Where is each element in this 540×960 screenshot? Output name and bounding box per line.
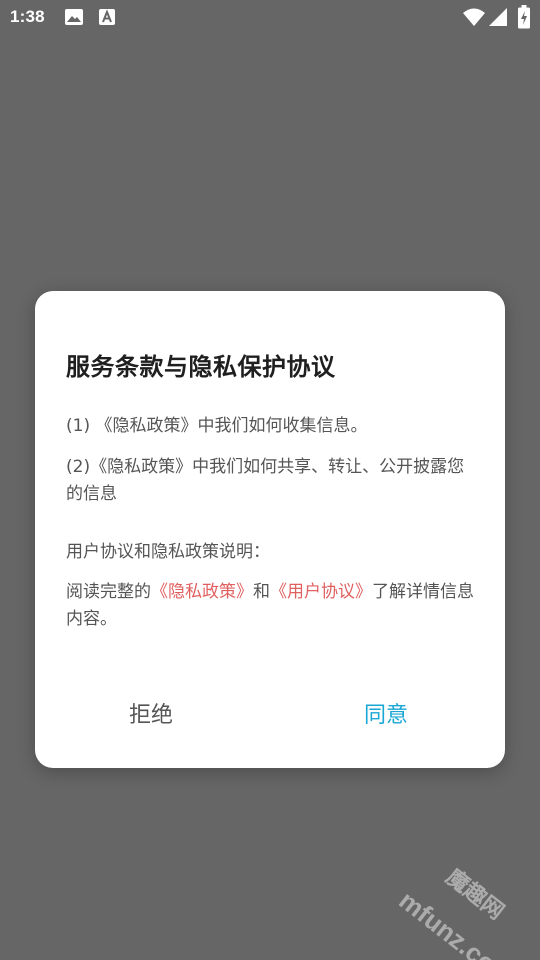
privacy-agreement-dialog: 服务条款与隐私保护协议 (1) 《隐私政策》中我们如何收集信息。 (2)《隐私政… <box>35 291 505 768</box>
gallery-icon <box>64 8 84 31</box>
status-bar: 1:38 <box>0 0 540 36</box>
policy-item-2: (2)《隐私政策》中我们如何共享、转让、公开披露您的信息 <box>66 457 465 504</box>
policy-item-1: (1) 《隐私政策》中我们如何收集信息。 <box>66 416 368 436</box>
wifi-icon <box>462 7 486 32</box>
read-prefix: 阅读完整的 <box>66 582 151 602</box>
agree-button[interactable]: 同意 <box>364 697 408 729</box>
privacy-policy-link[interactable]: 《隐私政策》 <box>151 582 253 602</box>
user-agreement-link[interactable]: 《用户协议》 <box>270 582 372 602</box>
signal-icon <box>488 7 508 32</box>
read-full-text: 阅读完整的《隐私政策》和《用户协议》了解详情信息内容。 <box>66 579 476 633</box>
reject-button[interactable]: 拒绝 <box>129 697 173 729</box>
battery-icon <box>518 5 530 34</box>
section-heading: 用户协议和隐私政策说明： <box>66 542 270 562</box>
dialog-title: 服务条款与隐私保护协议 <box>66 353 336 381</box>
status-time: 1:38 <box>10 7 45 26</box>
a-icon <box>98 8 116 31</box>
and-text: 和 <box>253 582 270 602</box>
